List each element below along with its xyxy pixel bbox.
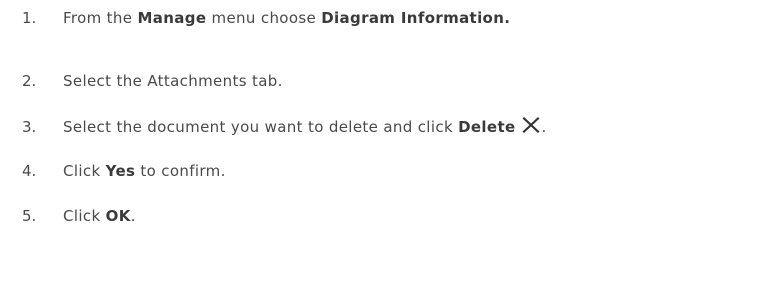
step-text-part: menu choose	[211, 9, 317, 27]
step-number: 2.	[22, 72, 37, 90]
step-text: Click Yes to confirm.	[63, 162, 226, 180]
step-text-part: .	[130, 207, 136, 225]
step-number: 4.	[22, 162, 37, 180]
step-text-part: Select the Attachments tab.	[63, 72, 283, 90]
step-number: 5.	[22, 207, 37, 225]
step-text-part: Click	[63, 207, 101, 225]
step-text-part: to confirm.	[140, 162, 226, 180]
step-text-part: Select the document you want to delete a…	[63, 118, 453, 136]
menu-item-diagram-information: Diagram Information.	[321, 9, 511, 27]
step-number: 3.	[22, 118, 37, 136]
button-name-ok: OK	[105, 207, 131, 225]
step-text: Select the document you want to delete a…	[63, 117, 547, 137]
step-text-part: Click	[63, 162, 101, 180]
step-text-part: .	[541, 118, 547, 136]
step-text: Click OK.	[63, 207, 136, 225]
menu-name-manage: Manage	[137, 9, 207, 27]
delete-x-icon	[521, 115, 541, 135]
button-name-delete: Delete	[458, 118, 516, 136]
step-text-part: From the	[63, 9, 133, 27]
step-text: Select the Attachments tab.	[63, 72, 283, 90]
step-text: From the Manage menu choose Diagram Info…	[63, 9, 510, 27]
step-number: 1.	[22, 9, 37, 27]
button-name-yes: Yes	[105, 162, 136, 180]
